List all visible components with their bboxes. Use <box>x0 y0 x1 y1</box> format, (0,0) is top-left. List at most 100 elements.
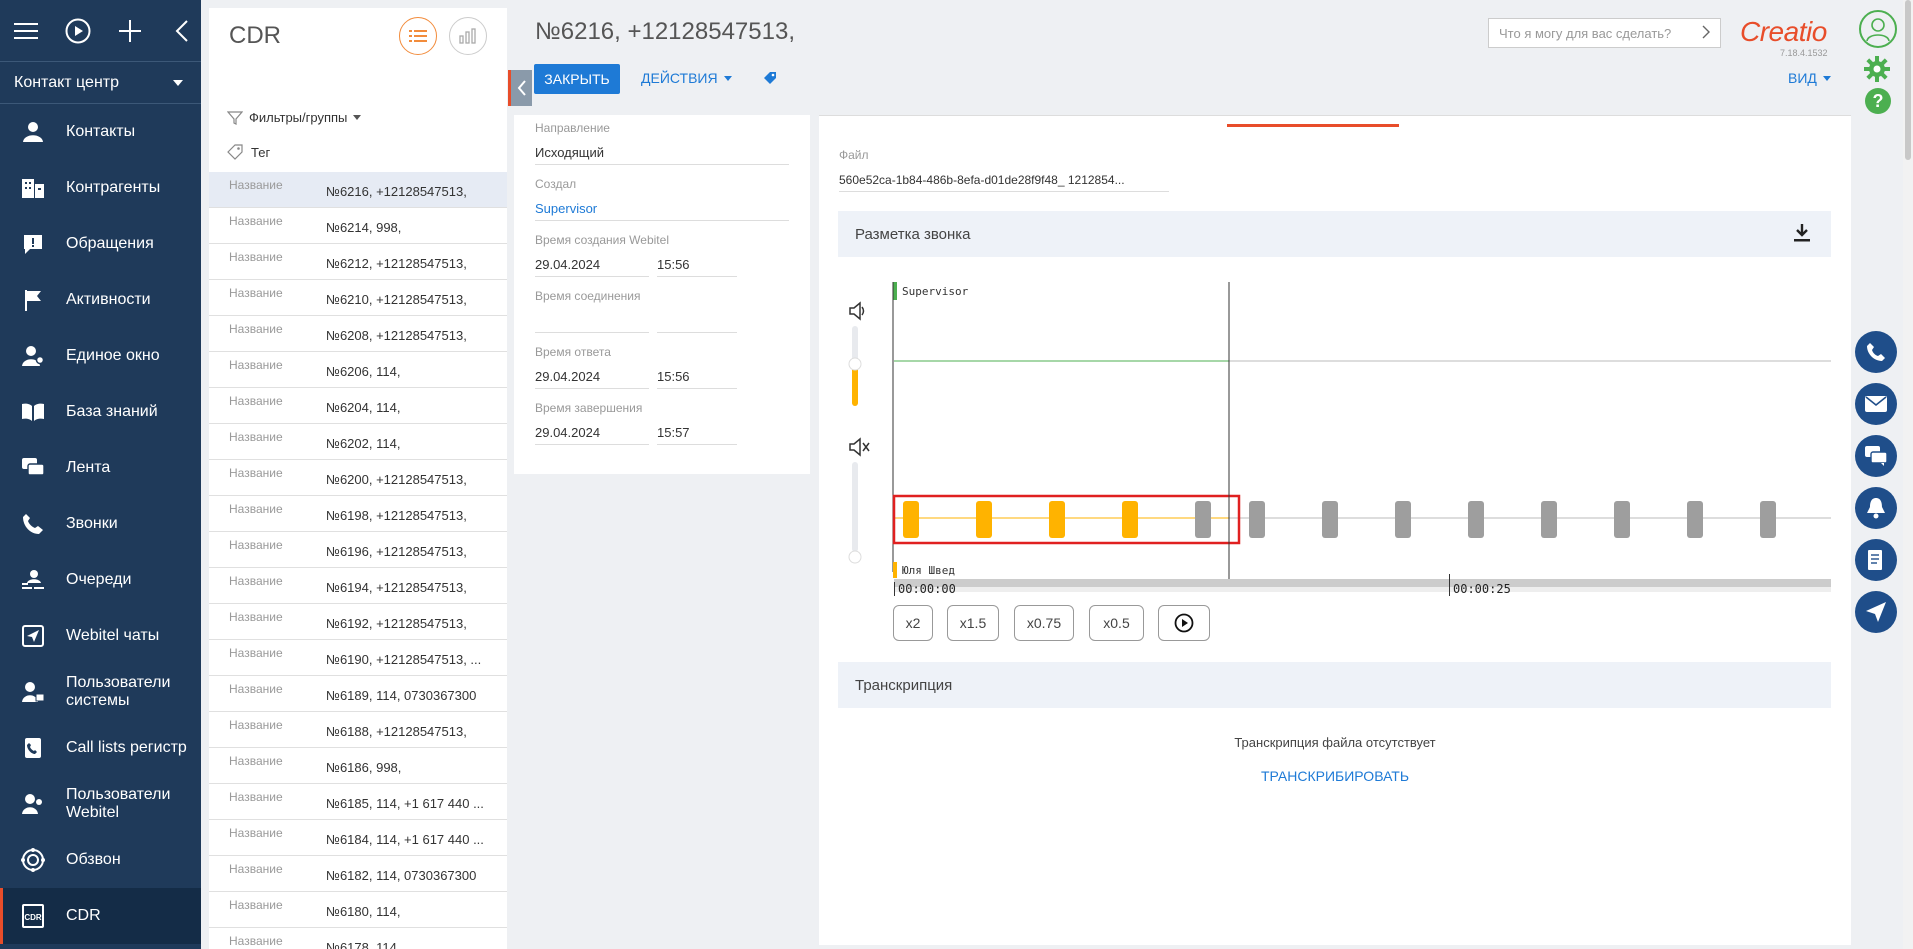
notifications-button[interactable] <box>1855 487 1897 529</box>
chevron-left-icon[interactable] <box>168 17 196 45</box>
scrollbar-thumb[interactable] <box>1905 0 1911 160</box>
close-button[interactable]: ЗАКРЫТЬ <box>534 64 620 94</box>
list-row[interactable]: Название №6212, +12128547513, <box>209 244 507 280</box>
list-row[interactable]: Название №6188, +12128547513, <box>209 712 507 748</box>
collapse-list-button[interactable] <box>508 70 532 106</box>
created-date-input[interactable]: 29.04.2024 <box>535 251 649 277</box>
list-row[interactable]: Название №6192, +12128547513, <box>209 604 507 640</box>
sidebar-item-5[interactable]: Единое окно <box>0 328 201 384</box>
gear-icon[interactable] <box>1864 56 1890 82</box>
list-row[interactable]: Название №6204, 114, <box>209 388 507 424</box>
list-row[interactable]: Название №6216, +12128547513, <box>209 172 507 208</box>
list-row[interactable]: Название №6210, +12128547513, <box>209 280 507 316</box>
sidebar-item-11[interactable]: Пользователи системы <box>0 664 201 720</box>
muted-speaker-icon[interactable] <box>849 437 870 457</box>
sidebar-item-3[interactable]: Обращения <box>0 216 201 272</box>
row-field-label: Название <box>229 718 283 732</box>
sidebar-item-13[interactable]: Пользователи Webitel <box>0 776 201 832</box>
list-row[interactable]: Название №6180, 114, <box>209 892 507 928</box>
connect-time-input[interactable] <box>657 307 737 333</box>
sidebar-item-14[interactable]: Обзвон <box>0 832 201 888</box>
sidebar-item-15[interactable]: CDR CDR <box>0 888 201 944</box>
agent-track-label: Юля Швед <box>902 564 955 577</box>
answer-time-input[interactable]: 15:56 <box>657 363 737 389</box>
call-waveform[interactable]: Supervisor Юля Швед <box>838 272 1831 592</box>
list-row[interactable]: Название №6206, 114, <box>209 352 507 388</box>
volume-track-bottom[interactable] <box>852 462 858 552</box>
direction-field: Направление Исходящий <box>535 121 789 165</box>
plus-icon[interactable] <box>116 17 144 45</box>
menu-icon[interactable] <box>12 17 40 45</box>
speed-x0-75-button[interactable]: x0.75 <box>1014 605 1074 641</box>
command-search-input[interactable]: Что я могу для вас сделать? <box>1488 18 1721 48</box>
direction-value[interactable]: Исходящий <box>535 139 789 165</box>
sidebar-item-2[interactable]: Контрагенты <box>0 160 201 216</box>
help-icon[interactable]: ? <box>1865 88 1891 114</box>
call-button[interactable] <box>1855 331 1897 373</box>
created-time-input[interactable]: 15:56 <box>657 251 737 277</box>
tag-icon[interactable] <box>763 71 777 85</box>
actions-button[interactable]: ДЕЙСТВИЯ <box>641 70 732 86</box>
connect-date-input[interactable] <box>535 307 649 333</box>
email-button[interactable] <box>1855 383 1897 425</box>
volume-level-top <box>852 367 858 406</box>
list-row[interactable]: Название №6185, 114, +1 617 440 ... <box>209 784 507 820</box>
list-row[interactable]: Название №6200, +12128547513, <box>209 460 507 496</box>
list-row[interactable]: Название №6198, +12128547513, <box>209 496 507 532</box>
play-button[interactable] <box>1158 605 1210 641</box>
play-icon[interactable] <box>64 17 92 45</box>
timeline-bar[interactable] <box>894 579 1831 587</box>
list-row[interactable]: Название №6208, +12128547513, <box>209 316 507 352</box>
list-row[interactable]: Название №6190, +12128547513, ... <box>209 640 507 676</box>
list-row[interactable]: Название №6189, 114, 0730367300 <box>209 676 507 712</box>
list-row[interactable]: Название №6178, 114, <box>209 928 507 949</box>
page-scrollbar[interactable] <box>1903 0 1913 949</box>
chart-view-button[interactable] <box>449 17 487 55</box>
send-button[interactable] <box>1855 591 1897 633</box>
speed-x1-5-button[interactable]: x1.5 <box>947 605 999 641</box>
volume-handle-bottom[interactable] <box>848 550 862 564</box>
sidebar-item-10[interactable]: Webitel чаты <box>0 608 201 664</box>
user-avatar[interactable] <box>1859 10 1897 48</box>
sidebar-item-12[interactable]: Call lists регистр <box>0 720 201 776</box>
list-view-button[interactable] <box>399 17 437 55</box>
speaker-icon[interactable] <box>849 301 865 321</box>
end-date-input[interactable]: 29.04.2024 <box>535 419 649 445</box>
sidebar-item-9[interactable]: Очереди <box>0 552 201 608</box>
file-value[interactable]: 560e52ca-1b84-486b-8efa-d01de28f9f48_ 12… <box>839 173 1169 192</box>
sidebar-item-1[interactable]: Контакты <box>0 104 201 160</box>
call-markup-header[interactable]: Разметка звонка <box>838 211 1831 257</box>
list-row[interactable]: Название №6194, +12128547513, <box>209 568 507 604</box>
transcribe-button[interactable]: ТРАНСКРИБИРОВАТЬ <box>819 768 1851 784</box>
transcription-header[interactable]: Транскрипция <box>838 662 1831 708</box>
list-row[interactable]: Название №6184, 114, +1 617 440 ... <box>209 820 507 856</box>
tag-label: Тег <box>251 144 271 160</box>
list-row[interactable]: Название №6186, 998, <box>209 748 507 784</box>
row-field-label: Название <box>229 538 283 552</box>
answer-date-input[interactable]: 29.04.2024 <box>535 363 649 389</box>
view-button[interactable]: ВИД <box>1788 70 1831 86</box>
sidebar-item-label: Единое окно <box>66 347 160 364</box>
chat-button[interactable] <box>1855 435 1897 477</box>
sidebar-item-7[interactable]: Лента <box>0 440 201 496</box>
sidebar-item-8[interactable]: Звонки <box>0 496 201 552</box>
list-row[interactable]: Название №6202, 114, <box>209 424 507 460</box>
row-field-label: Название <box>229 790 283 804</box>
filters-groups-button[interactable]: Фильтры/группы <box>227 110 362 125</box>
speed-x0-5-button[interactable]: x0.5 <box>1089 605 1144 641</box>
list-row[interactable]: Название №6214, 998, <box>209 208 507 244</box>
volume-handle-top[interactable] <box>848 357 862 371</box>
document-button[interactable] <box>1855 539 1897 581</box>
speed-x2-button[interactable]: x2 <box>893 605 933 641</box>
list-row[interactable]: Название №6182, 114, 0730367300 <box>209 856 507 892</box>
end-time-input[interactable]: 15:57 <box>657 419 737 445</box>
mail-icon <box>1865 396 1887 412</box>
row-value: №6198, +12128547513, <box>326 508 467 523</box>
download-icon[interactable] <box>1793 223 1811 243</box>
workplace-selector[interactable]: Контакт центр <box>0 62 201 104</box>
list-row[interactable]: Название №6196, +12128547513, <box>209 532 507 568</box>
sidebar-item-4[interactable]: Активности <box>0 272 201 328</box>
sidebar-item-6[interactable]: База знаний <box>0 384 201 440</box>
created-by-link[interactable]: Supervisor <box>535 195 789 221</box>
tag-filter-button[interactable]: Тег <box>227 144 270 160</box>
